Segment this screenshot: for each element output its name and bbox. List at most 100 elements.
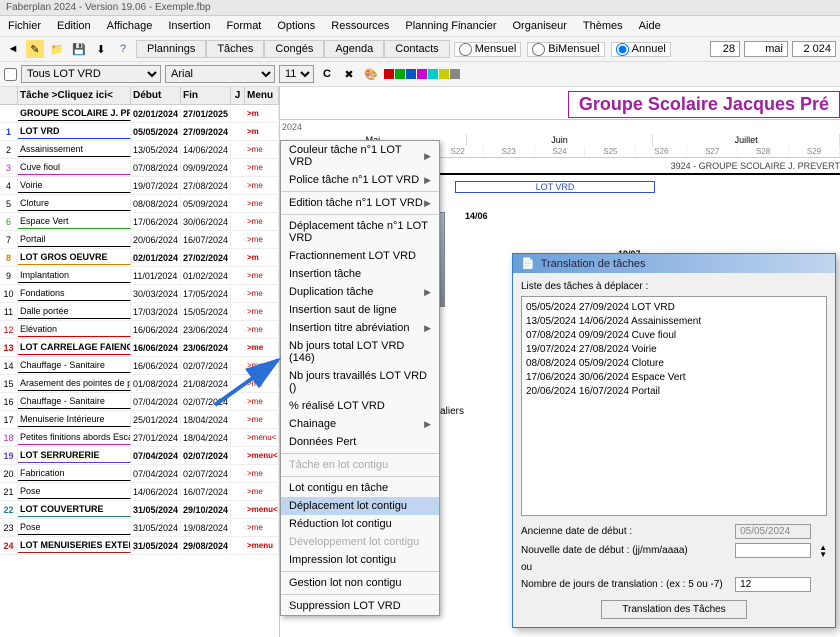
- task-row[interactable]: 8LOT GROS OEUVRE02/01/202427/02/2024>m: [0, 249, 279, 267]
- task-row[interactable]: 7Portail20/06/202416/07/2024>me: [0, 231, 279, 249]
- days-input[interactable]: [735, 577, 811, 592]
- color-swatch[interactable]: [439, 69, 449, 79]
- task-row[interactable]: 3Cuve fioul07/08/202409/09/2024>me: [0, 159, 279, 177]
- filter-select[interactable]: Tous LOT VRD: [21, 65, 161, 83]
- task-row[interactable]: 11Dalle portée17/03/202415/05/2024>me: [0, 303, 279, 321]
- color-swatch[interactable]: [450, 69, 460, 79]
- ctx-item[interactable]: Déplacement lot contigu: [281, 497, 439, 515]
- task-row[interactable]: 16Chauffage - Sanitaire07/04/202402/07/2…: [0, 393, 279, 411]
- date-stepper[interactable]: ▲▼: [819, 544, 827, 558]
- translate-button[interactable]: Translation des Tâches: [601, 600, 746, 619]
- font-size-select[interactable]: 11: [279, 65, 314, 83]
- ctx-item[interactable]: Réduction lot contigu: [281, 515, 439, 533]
- note-icon[interactable]: ✎: [26, 40, 44, 58]
- task-row[interactable]: 10Fondations30/03/202417/05/2024>me: [0, 285, 279, 303]
- ctx-item[interactable]: Nb jours total LOT VRD (146): [281, 337, 439, 367]
- menu-aide[interactable]: Aide: [635, 18, 665, 34]
- folder-icon[interactable]: 📁: [48, 40, 66, 58]
- ctx-item[interactable]: Insertion titre abréviation▶: [281, 319, 439, 337]
- col-start-header[interactable]: Début: [131, 87, 181, 104]
- menu-fichier[interactable]: Fichier: [4, 18, 45, 34]
- task-row[interactable]: 1LOT VRD05/05/202427/09/2024>m: [0, 123, 279, 141]
- menu-ressources[interactable]: Ressources: [327, 18, 393, 34]
- col-end-header[interactable]: Fin: [181, 87, 231, 104]
- new-date-input[interactable]: [735, 543, 811, 558]
- col-name-header[interactable]: Tâche >Cliquez ici<: [18, 87, 131, 104]
- menu-options[interactable]: Options: [273, 18, 319, 34]
- ctx-item[interactable]: Données Pert: [281, 433, 439, 451]
- month-input[interactable]: [744, 41, 788, 57]
- ctx-item[interactable]: Duplication tâche▶: [281, 283, 439, 301]
- menu-edition[interactable]: Edition: [53, 18, 95, 34]
- task-row[interactable]: 19LOT SERRURERIE07/04/202402/07/2024>men…: [0, 447, 279, 465]
- col-menu-header[interactable]: Menu: [245, 87, 279, 104]
- task-row[interactable]: 4Voirie19/07/202427/08/2024>me: [0, 177, 279, 195]
- day-input[interactable]: [710, 41, 740, 57]
- col-j-header[interactable]: J: [231, 87, 245, 104]
- menu-affichage[interactable]: Affichage: [103, 18, 157, 34]
- task-row[interactable]: 18Petites finitions abords Escaliers27/0…: [0, 429, 279, 447]
- menu-format[interactable]: Format: [223, 18, 266, 34]
- dialog-titlebar[interactable]: 📄 Translation de tâches: [513, 254, 835, 273]
- dialog-list-item[interactable]: 05/05/2024 27/09/2024 LOT VRD: [526, 301, 822, 315]
- color-swatch[interactable]: [395, 69, 405, 79]
- ctx-item[interactable]: Lot contigu en tâche: [281, 479, 439, 497]
- ctx-item[interactable]: Couleur tâche n°1 LOT VRD▶: [281, 141, 439, 171]
- menu-organiseur[interactable]: Organiseur: [509, 18, 571, 34]
- color-swatch[interactable]: [406, 69, 416, 79]
- help-icon[interactable]: ?: [114, 40, 132, 58]
- ctx-item[interactable]: Police tâche n°1 LOT VRD▶: [281, 171, 439, 189]
- color-c-icon[interactable]: C: [318, 65, 336, 83]
- ctx-item[interactable]: Fractionnement LOT VRD: [281, 247, 439, 265]
- menu-thèmes[interactable]: Thèmes: [579, 18, 627, 34]
- ctx-item[interactable]: Chainage▶: [281, 415, 439, 433]
- dialog-list-item[interactable]: 08/08/2024 05/09/2024 Cloture: [526, 357, 822, 371]
- filter-checkbox[interactable]: [4, 68, 17, 81]
- view-bimensuel[interactable]: BiMensuel: [527, 42, 604, 57]
- task-row[interactable]: 2Assainissement13/05/202414/06/2024>me: [0, 141, 279, 159]
- task-row[interactable]: 17Menuiserie Intérieure25/01/202418/04/2…: [0, 411, 279, 429]
- task-row[interactable]: 21Pose14/06/202416/07/2024>me: [0, 483, 279, 501]
- gantt-bar-lotvrd[interactable]: LOT VRD: [455, 181, 655, 193]
- palette-icon[interactable]: 🎨: [362, 65, 380, 83]
- ctx-item[interactable]: Impression lot contigu: [281, 551, 439, 569]
- ctx-item[interactable]: Gestion lot non contigu: [281, 574, 439, 592]
- task-row[interactable]: 23Pose31/05/202419/08/2024>me: [0, 519, 279, 537]
- tab-congés[interactable]: Congés: [264, 40, 324, 58]
- task-row[interactable]: GROUPE SCOLAIRE J. PREVERT02/01/202427/0…: [0, 105, 279, 123]
- ctx-item[interactable]: Suppression LOT VRD: [281, 597, 439, 615]
- ctx-item[interactable]: Edition tâche n°1 LOT VRD▶: [281, 194, 439, 212]
- tab-agenda[interactable]: Agenda: [324, 40, 384, 58]
- task-row[interactable]: 24LOT MENUISERIES EXTERIEURES31/05/20242…: [0, 537, 279, 555]
- task-row[interactable]: 6Espace Vert17/06/202430/06/2024>me: [0, 213, 279, 231]
- task-row[interactable]: 20Fabrication07/04/202402/07/2024>me: [0, 465, 279, 483]
- ctx-item[interactable]: Insertion saut de ligne: [281, 301, 439, 319]
- export-icon[interactable]: ⬇: [92, 40, 110, 58]
- color-swatch[interactable]: [428, 69, 438, 79]
- ctx-item[interactable]: % réalisé LOT VRD: [281, 397, 439, 415]
- color-swatch[interactable]: [384, 69, 394, 79]
- task-row[interactable]: 22LOT COUVERTURE31/05/202429/10/2024>men…: [0, 501, 279, 519]
- clear-format-icon[interactable]: ✖: [340, 65, 358, 83]
- dialog-list-item[interactable]: 17/06/2024 30/06/2024 Espace Vert: [526, 371, 822, 385]
- font-family-select[interactable]: Arial: [165, 65, 275, 83]
- view-annuel[interactable]: Annuel: [611, 42, 671, 57]
- ctx-item[interactable]: Déplacement tâche n°1 LOT VRD: [281, 217, 439, 247]
- task-row[interactable]: 12Elévation16/06/202423/06/2024>me: [0, 321, 279, 339]
- view-mensuel[interactable]: Mensuel: [454, 42, 522, 57]
- task-row[interactable]: 5Cloture08/08/202405/09/2024>me: [0, 195, 279, 213]
- task-row[interactable]: 15Arasement des pointes de pignons01/08/…: [0, 375, 279, 393]
- ctx-item[interactable]: Insertion tâche: [281, 265, 439, 283]
- dialog-list-item[interactable]: 20/06/2024 16/07/2024 Portail: [526, 385, 822, 399]
- color-swatch[interactable]: [417, 69, 427, 79]
- save-icon[interactable]: 💾: [70, 40, 88, 58]
- task-row[interactable]: 13LOT CARRELAGE FAIENCE16/06/202423/06/2…: [0, 339, 279, 357]
- task-row[interactable]: 14Chauffage - Sanitaire16/06/202402/07/2…: [0, 357, 279, 375]
- dialog-list-item[interactable]: 19/07/2024 27/08/2024 Voirie: [526, 343, 822, 357]
- dialog-task-list[interactable]: 05/05/2024 27/09/2024 LOT VRD13/05/2024 …: [521, 296, 827, 516]
- year-input[interactable]: [792, 41, 836, 57]
- menu-insertion[interactable]: Insertion: [164, 18, 214, 34]
- tab-plannings[interactable]: Plannings: [136, 40, 206, 58]
- tab-contacts[interactable]: Contacts: [384, 40, 449, 58]
- menu-planning financier[interactable]: Planning Financier: [401, 18, 500, 34]
